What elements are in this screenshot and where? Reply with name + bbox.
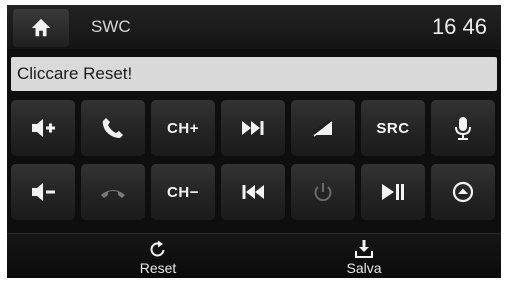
next-track-button[interactable] <box>221 100 285 156</box>
eject-button[interactable] <box>431 164 495 220</box>
save-label: Salva <box>346 259 382 276</box>
save-button[interactable]: Salva <box>304 236 424 278</box>
volume-down-button[interactable] <box>11 164 75 220</box>
power-button[interactable] <box>291 164 355 220</box>
channel-up-label: CH+ <box>167 119 199 137</box>
home-icon <box>31 18 51 37</box>
source-label: SRC <box>376 119 410 137</box>
mute-button[interactable] <box>291 100 355 156</box>
volume-up-button[interactable] <box>11 100 75 156</box>
reset-button[interactable]: Reset <box>98 236 218 278</box>
voice-button[interactable] <box>431 100 495 156</box>
eject-icon <box>452 181 474 203</box>
reset-label: Reset <box>139 259 177 276</box>
play-pause-icon <box>382 184 404 200</box>
channel-down-label: CH− <box>167 183 199 201</box>
swc-screen: SWC 16 46 Cliccare Reset! CH+ SRC CH− Re… <box>7 5 501 278</box>
page-title: SWC <box>91 17 131 36</box>
skip-back-icon <box>242 185 264 199</box>
status-message: Cliccare Reset! <box>11 57 497 91</box>
power-icon <box>314 183 332 202</box>
reset-icon <box>150 240 165 256</box>
top-bar: SWC 16 46 <box>7 5 501 49</box>
home-button[interactable] <box>13 9 69 47</box>
volume-up-icon <box>32 119 55 137</box>
hang-up-icon <box>101 190 125 198</box>
phone-icon <box>102 118 123 138</box>
call-answer-button[interactable] <box>81 100 145 156</box>
download-icon <box>355 239 373 258</box>
source-button[interactable]: SRC <box>361 100 425 156</box>
play-pause-button[interactable] <box>361 164 425 220</box>
volume-down-icon <box>32 183 55 201</box>
microphone-icon <box>455 117 471 140</box>
channel-down-button[interactable]: CH− <box>151 164 215 220</box>
skip-forward-icon <box>242 121 264 135</box>
mute-icon <box>312 118 333 137</box>
previous-track-button[interactable] <box>221 164 285 220</box>
channel-up-button[interactable]: CH+ <box>151 100 215 156</box>
clock: 16 46 <box>431 14 487 39</box>
bottom-bar: Reset Salva <box>7 233 501 278</box>
call-end-button[interactable] <box>81 164 145 220</box>
